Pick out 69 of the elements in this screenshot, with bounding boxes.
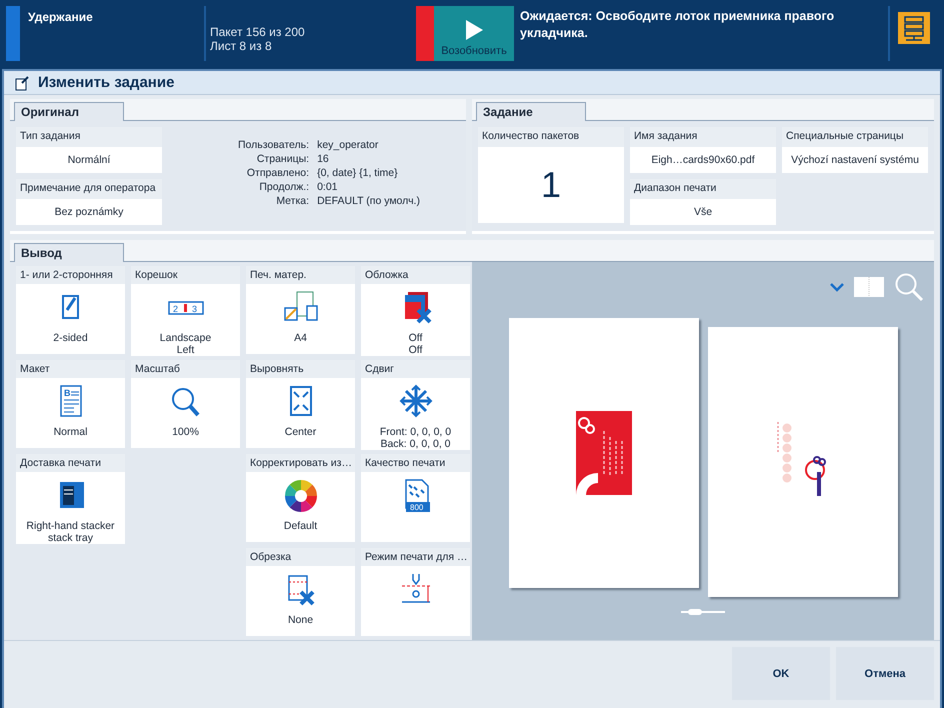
setting-label: Макет — [16, 360, 125, 378]
setting-tile[interactable]: Default — [246, 472, 355, 542]
setting-label: Печ. матер. — [246, 266, 355, 284]
dialog-button[interactable]: Отмена — [836, 647, 934, 700]
setting-label: 1- или 2-сторонняя — [16, 266, 125, 284]
setting-tile[interactable]: Right-hand stacker stack tray — [16, 472, 125, 544]
info-label: Продолж.: — [258, 181, 310, 193]
setting-label: Масштаб — [131, 360, 240, 378]
setting-tile[interactable]: None — [246, 566, 355, 636]
play-icon — [464, 19, 484, 41]
field-label: Количество пакетов — [478, 127, 624, 147]
original-tab[interactable]: Оригинал — [14, 102, 124, 121]
field-value[interactable]: Normální — [16, 147, 162, 173]
setting-tile[interactable]: A4 — [246, 284, 355, 354]
chevron-down-icon[interactable] — [830, 282, 844, 292]
setting-label: Корешок — [131, 266, 240, 284]
setting-tile[interactable]: 800 — [361, 472, 470, 542]
setting-label: Сдвиг — [361, 360, 470, 378]
setting-tile[interactable]: Off Off — [361, 284, 470, 356]
info-value: key_operator — [317, 139, 380, 151]
info-value: DEFAULT (по умолч.) — [317, 195, 420, 207]
field-value[interactable]: Bez poznámky — [16, 199, 162, 225]
info-value: 0:01 — [317, 181, 338, 193]
setting-label: Корректировать из… — [246, 454, 355, 472]
search-icon[interactable] — [894, 272, 924, 302]
field-value[interactable]: Eigh…cards90x60.pdf — [630, 147, 776, 173]
setting-tile[interactable]: B Normal — [16, 378, 125, 448]
info-value: 16 — [317, 153, 330, 165]
job-state: Удержание — [28, 10, 93, 24]
field-label: Диапазон печати — [630, 179, 776, 199]
setting-tile[interactable] — [361, 566, 470, 636]
output-tab[interactable]: Вывод — [14, 243, 124, 262]
status-message: Ожидается: Освободите лоток приемника правого укладчика. — [520, 9, 834, 40]
setting-label: Доставка печати — [16, 454, 125, 472]
setting-tile[interactable]: 2-sided — [16, 284, 125, 354]
field-value[interactable]: Vše — [630, 199, 776, 225]
page-view-icon[interactable] — [854, 277, 884, 297]
page-preview[interactable] — [508, 318, 698, 588]
setting-label: Обрезка — [246, 548, 355, 566]
dialog-title: Изменить задание — [38, 74, 174, 91]
setting-label: Обложка — [361, 266, 470, 284]
setting-label: Режим печати для … — [361, 548, 470, 566]
setting-tile[interactable]: Front: 0, 0, 0, 0 Back: 0, 0, 0, 0 — [361, 378, 470, 450]
field-label: Специальные страницы — [782, 127, 928, 147]
status-indicator — [6, 6, 20, 61]
server-icon[interactable] — [898, 12, 930, 44]
info-label: Страницы: — [256, 153, 310, 165]
field-label: Имя задания — [630, 127, 776, 147]
edit-document-icon — [14, 74, 30, 90]
zoom-slider[interactable] — [681, 608, 725, 616]
copies-field[interactable]: 1 — [478, 147, 624, 223]
info-value: {0, date} {1, time} — [317, 167, 399, 179]
sheet-count: Лист 8 из 8 — [210, 38, 273, 52]
setting-tile[interactable]: Center — [246, 378, 355, 448]
setting-label: Качество печати — [361, 454, 470, 472]
setting-tile[interactable]: 100% — [131, 378, 240, 448]
setting-label: Выровнять — [246, 360, 355, 378]
resume-button[interactable]: Возобновить — [434, 6, 514, 61]
slider-thumb[interactable] — [688, 609, 702, 615]
job-tab[interactable]: Задание — [476, 102, 586, 121]
field-label: Примечание для оператора — [16, 179, 162, 199]
info-label: Пользователь: — [238, 139, 310, 151]
field-value[interactable]: Výchozí nastavení systému — [782, 147, 928, 173]
field-label: Тип задания — [16, 127, 162, 147]
dialog-button[interactable]: OK — [732, 647, 830, 700]
info-label: Отправлено: — [246, 167, 310, 179]
setting-tile[interactable]: 2 3 Landscape Left — [131, 284, 240, 356]
batch-count: Пакет 156 из 200 — [210, 24, 306, 38]
info-label: Метка: — [275, 195, 310, 207]
